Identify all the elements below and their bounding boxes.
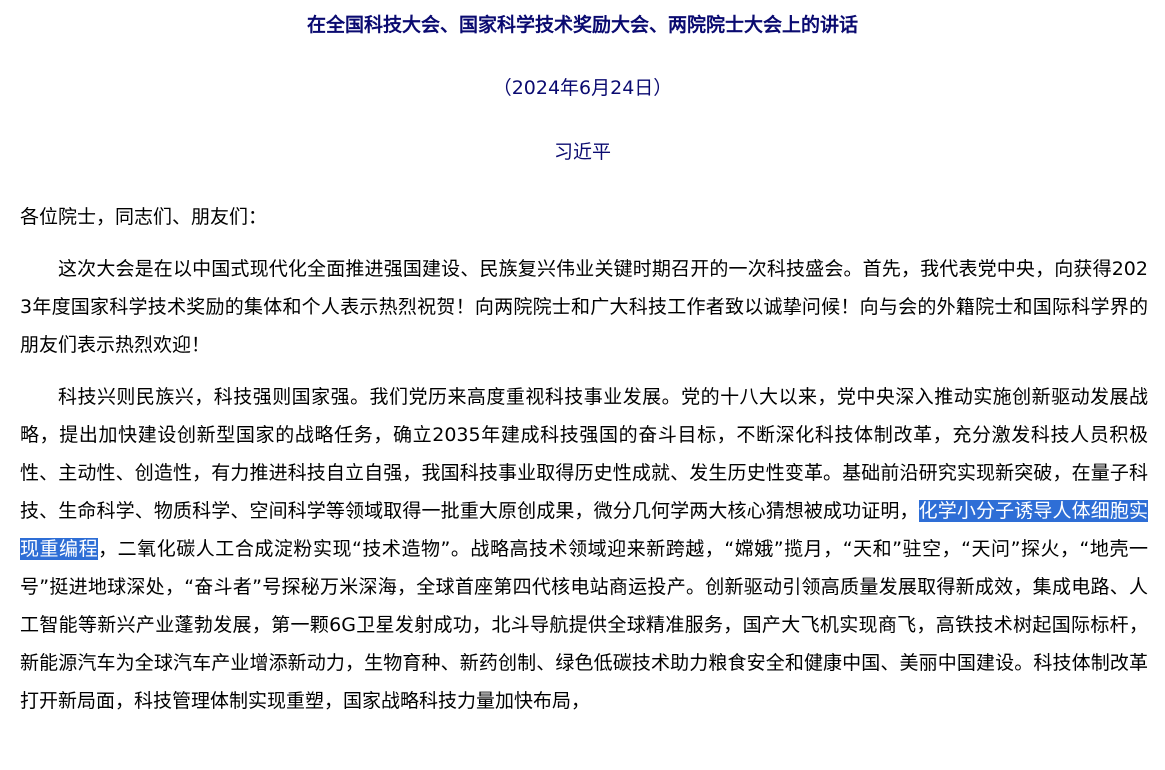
- speech-title: 在全国科技大会、国家科学技术奖励大会、两院院士大会上的讲话: [306, 14, 858, 36]
- paragraph-1: 这次大会是在以中国式现代化全面推进强国建设、民族复兴伟业关键时期召开的一次科技盛…: [20, 258, 1148, 356]
- paragraph-2: 科技兴则民族兴，科技强则国家强。我们党历来高度重视科技事业发展。党的十八大以来，…: [20, 378, 1148, 720]
- speech-body: 各位院士，同志们、朋友们： 这次大会是在以中国式现代化全面推进强国建设、民族复兴…: [20, 198, 1148, 734]
- speech-date: （2024年6月24日）: [492, 77, 673, 99]
- document-page: 在全国科技大会、国家科学技术奖励大会、两院院士大会上的讲话 （2024年6月24…: [0, 0, 1165, 770]
- salutation: 各位院士，同志们、朋友们：: [20, 206, 268, 228]
- paragraph-2-text-after: ，二氧化碳人工合成淀粉实现“技术造物”。战略高技术领域迎来新跨越，“嫦娥”揽月，…: [20, 538, 1148, 712]
- speech-author: 习近平: [553, 141, 611, 163]
